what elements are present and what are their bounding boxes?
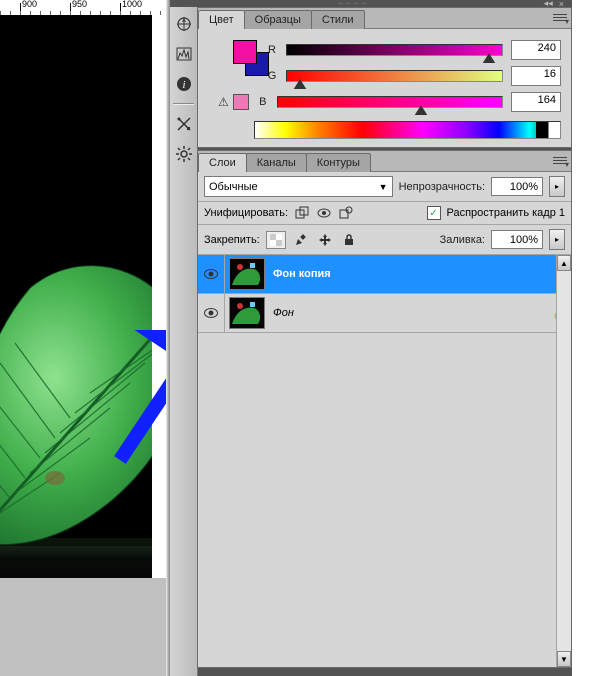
layer-thumbnail[interactable] xyxy=(229,258,265,290)
vertical-toolstrip: i xyxy=(170,7,198,676)
vertical-ruler xyxy=(152,15,167,676)
propagate-checkbox[interactable]: ✓ xyxy=(427,206,441,220)
svg-text:i: i xyxy=(182,79,185,91)
panel-gripbar[interactable]: ┄┄┄┄ ◂◂ × xyxy=(170,0,572,7)
tab-paths[interactable]: Контуры xyxy=(306,153,371,172)
channel-G-slider[interactable] xyxy=(286,70,503,82)
color-panel: Цвет Образцы Стили R240G16⚠B164 xyxy=(197,7,572,148)
channel-B-input[interactable]: 164 xyxy=(511,92,561,112)
channel-G-input[interactable]: 16 xyxy=(511,66,561,86)
layer-name[interactable]: Фон копия xyxy=(269,268,547,280)
tab-color[interactable]: Цвет xyxy=(198,10,245,29)
fill-label: Заливка: xyxy=(440,234,485,246)
tab-layers[interactable]: Слои xyxy=(198,153,247,172)
blend-mode-select[interactable]: Обычные ▼ xyxy=(204,176,393,197)
tab-channels[interactable]: Каналы xyxy=(246,153,307,172)
layer-list[interactable]: Фон копия Фон🔒 xyxy=(198,255,571,333)
closest-color-swatch[interactable] xyxy=(233,94,249,110)
dropdown-arrow-icon: ▼ xyxy=(379,182,388,192)
unify-visibility-icon[interactable] xyxy=(316,206,332,220)
tab-styles[interactable]: Стили xyxy=(311,10,365,29)
layers-panel: Слои Каналы Контуры Обычные ▼ Непрозрачн… xyxy=(197,150,572,668)
unify-style-icon[interactable] xyxy=(338,206,354,220)
navigator-icon[interactable] xyxy=(173,13,195,35)
layer-row[interactable]: Фон🔒 xyxy=(198,294,571,333)
lock-pixels-icon[interactable] xyxy=(292,232,310,248)
histogram-icon[interactable] xyxy=(173,43,195,65)
settings-gear-icon[interactable] xyxy=(173,143,195,165)
fill-input[interactable]: 100% xyxy=(491,230,543,249)
channel-B-label: B xyxy=(257,96,269,108)
document-canvas[interactable] xyxy=(0,15,152,578)
lock-transparency-icon[interactable] xyxy=(266,231,286,249)
layer-list-scrollbar[interactable]: ▲ ▼ xyxy=(556,255,571,667)
layer-name[interactable]: Фон xyxy=(269,307,547,319)
layer-thumbnail[interactable] xyxy=(229,297,265,329)
scroll-down-icon[interactable]: ▼ xyxy=(557,651,571,667)
color-spectrum-ramp[interactable] xyxy=(254,121,561,139)
unify-position-icon[interactable] xyxy=(294,206,310,220)
tools-crossed-icon[interactable] xyxy=(173,113,195,135)
lock-all-icon[interactable] xyxy=(340,232,358,248)
channel-R-input[interactable]: 240 xyxy=(511,40,561,60)
layer-visibility-toggle[interactable] xyxy=(198,255,225,293)
channel-B-slider[interactable] xyxy=(277,96,503,108)
scroll-up-icon[interactable]: ▲ xyxy=(557,255,571,271)
opacity-stepper[interactable]: ▸ xyxy=(549,176,565,197)
opacity-label: Непрозрачность: xyxy=(399,181,485,193)
layer-visibility-toggle[interactable] xyxy=(198,294,225,332)
opacity-input[interactable]: 100% xyxy=(491,177,543,196)
lock-position-icon[interactable] xyxy=(316,232,334,248)
layer-row[interactable]: Фон копия xyxy=(198,255,571,294)
tab-swatches[interactable]: Образцы xyxy=(244,10,312,29)
propagate-label: Распространить кадр 1 xyxy=(447,207,565,219)
horizontal-ruler: 9009501000 xyxy=(0,0,166,16)
panel-menu-icon[interactable] xyxy=(553,154,567,166)
info-icon[interactable]: i xyxy=(173,73,195,95)
blend-mode-value: Обычные xyxy=(209,181,258,193)
unify-label: Унифицировать: xyxy=(204,207,288,219)
canvas-image-leaf xyxy=(0,248,152,548)
window-right-gutter xyxy=(572,0,592,676)
fill-stepper[interactable]: ▸ xyxy=(549,229,565,250)
foreground-color-swatch[interactable] xyxy=(233,40,257,64)
lock-label: Закрепить: xyxy=(204,234,260,246)
channel-R-slider[interactable] xyxy=(286,44,503,56)
panel-menu-icon[interactable] xyxy=(553,11,567,23)
out-of-gamut-warning-icon[interactable]: ⚠ xyxy=(218,95,229,109)
